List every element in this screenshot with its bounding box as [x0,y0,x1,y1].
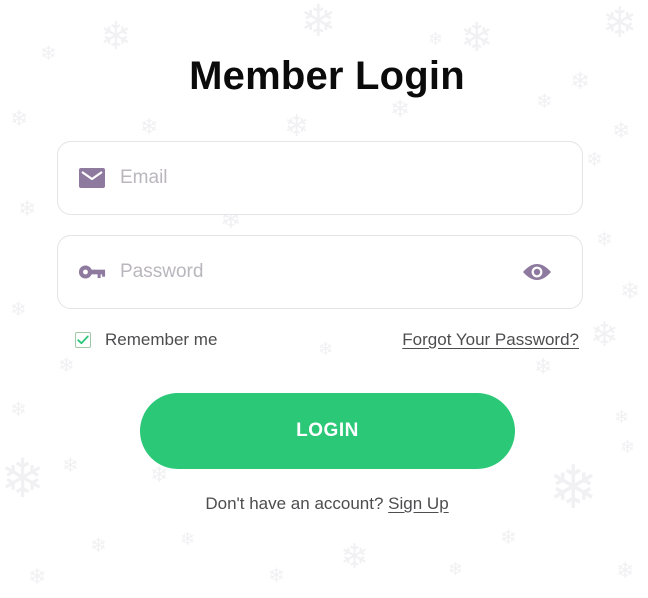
password-input[interactable] [120,236,500,308]
remember-label: Remember me [105,330,218,349]
checkmark-icon [77,335,89,345]
signup-prompt: Don't have an account? [205,494,384,513]
login-button[interactable]: LOGIN [140,393,515,469]
envelope-icon [78,166,106,190]
key-icon [78,260,106,284]
email-field[interactable] [57,141,583,215]
remember-me[interactable]: Remember me [75,330,217,350]
signup-line: Don't have an account? Sign Up [0,494,648,514]
page-title: Member Login [189,54,465,98]
remember-checkbox[interactable] [75,332,91,348]
signup-link[interactable]: Sign Up [388,494,448,513]
eye-icon[interactable] [522,261,552,283]
email-input[interactable] [120,142,500,214]
forgot-password-link[interactable]: Forgot Your Password? [402,330,579,350]
password-field[interactable] [57,235,583,309]
login-page: ❄ ❄ ❄ ❄ ❄ ❄ ❄ ❄ ❄ ❄ ❄ ❄ ❄ ❄ ❄ ❄ ❄ ❄ ❄ ❄ … [0,0,648,598]
